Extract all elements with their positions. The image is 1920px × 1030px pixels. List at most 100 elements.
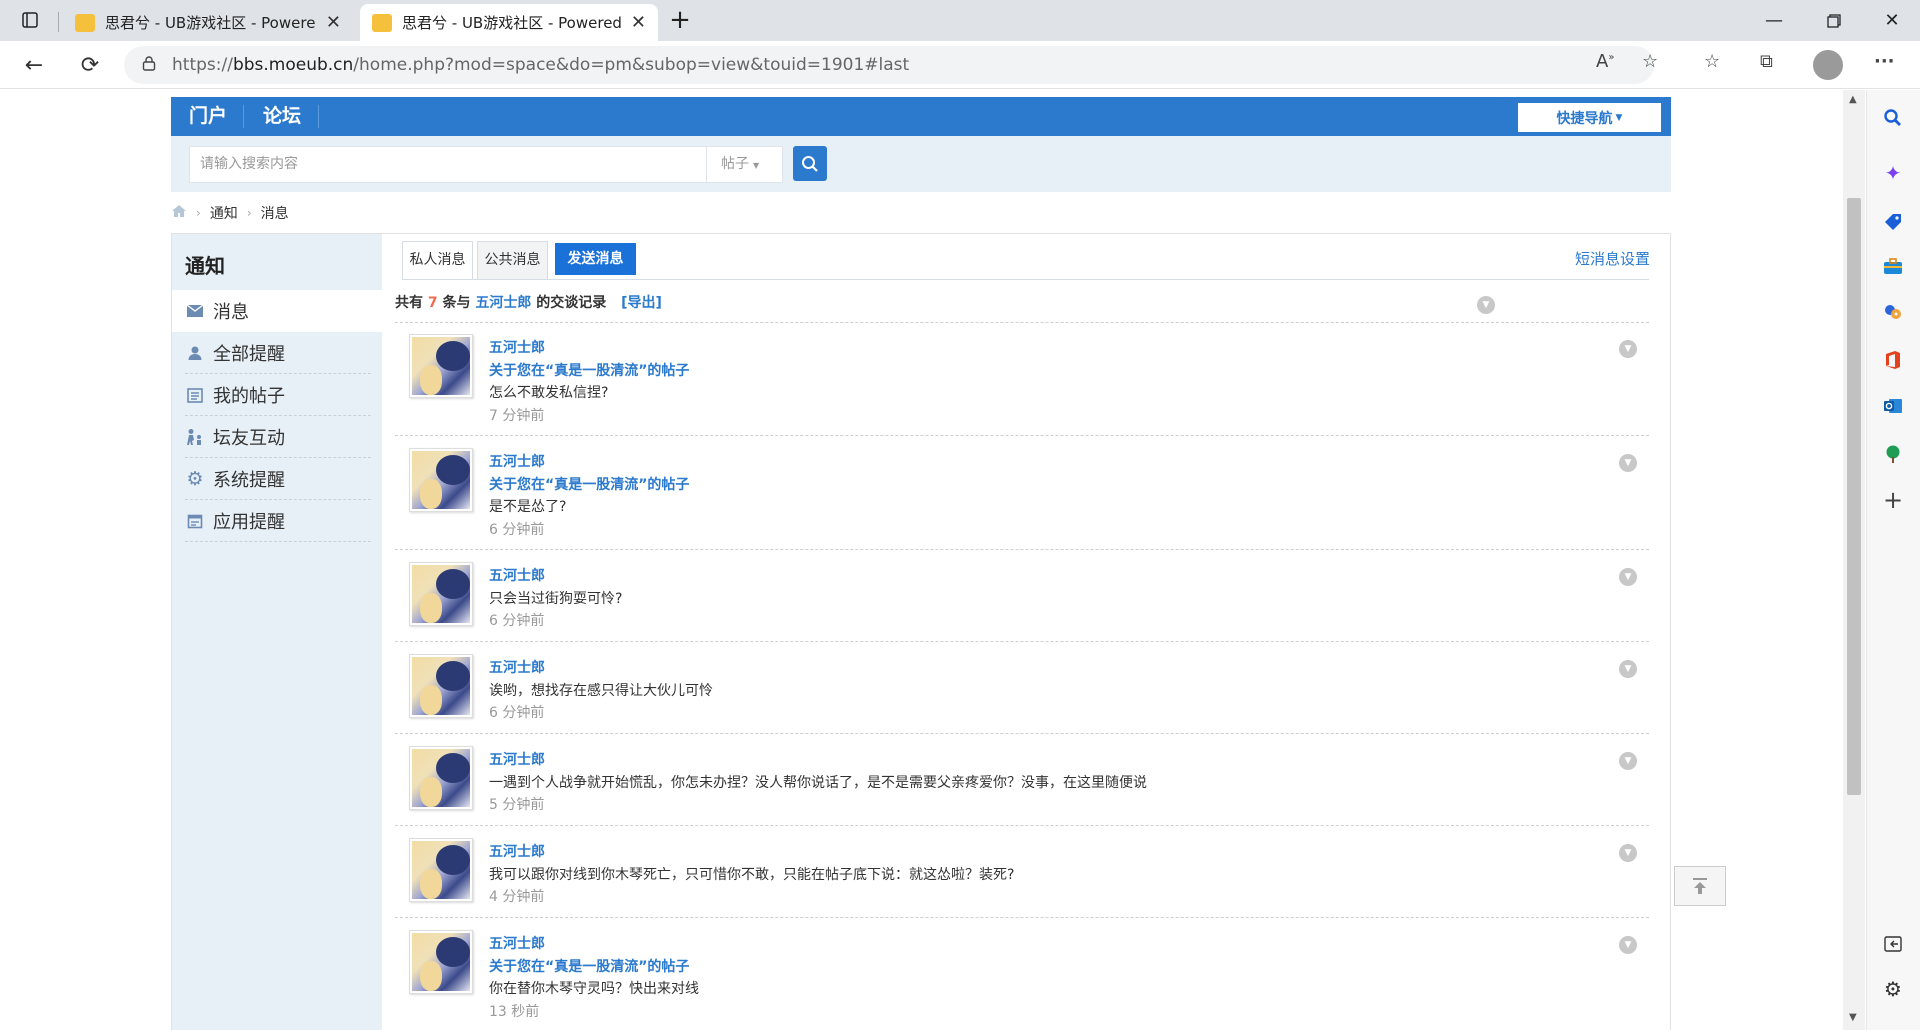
message-subject-link[interactable]: 关于您在“真是一股清流”的帖子 [489, 956, 699, 979]
browser-tab-1[interactable]: 思君兮 - UB游戏社区 - Powered by Discuz! ✕ [63, 4, 353, 41]
copilot-icon[interactable]: ✦ [1879, 159, 1907, 187]
sidebar-item-system[interactable]: ⚙ 系统提醒 [185, 458, 371, 500]
avatar[interactable] [409, 746, 473, 810]
close-window-icon[interactable]: ✕ [1864, 0, 1920, 41]
nav-portal[interactable]: 门户 [189, 97, 227, 136]
message-body: 五河士郎 关于您在“真是一股清流”的帖子 你在替你木琴守灵吗？快出来对线 13 秒前 [489, 933, 699, 1023]
avatar[interactable] [409, 448, 473, 512]
web-page: 门户 论坛 快捷导航 ▼ 请输入搜索内容 帖子 ▼ › 通知 › 消息 通知 消息 [0, 90, 1843, 1030]
more-menu-icon[interactable]: ··· [1874, 51, 1895, 72]
avatar-image [412, 841, 470, 899]
search-icon[interactable] [1879, 104, 1907, 132]
browser-toolbar: ← ⟳ https://bbs.moeub.cn/home.php?mod=sp… [0, 41, 1920, 89]
tree-icon[interactable] [1879, 440, 1907, 468]
nav-forum[interactable]: 论坛 [263, 97, 301, 136]
summary-suffix: 的交谈记录 [536, 295, 607, 311]
sidebar-item-messages[interactable]: 消息 [172, 290, 382, 332]
search-icon [802, 155, 818, 172]
message-menu-icon[interactable]: ▼ [1619, 454, 1637, 472]
export-link[interactable]: [导出] [621, 295, 662, 311]
message-author[interactable]: 五河士郎 [489, 657, 713, 680]
avatar[interactable] [409, 838, 473, 902]
collections-icon[interactable]: ⧉ [1760, 51, 1773, 72]
message-subject-link[interactable]: 关于您在“真是一股清流”的帖子 [489, 474, 689, 497]
settings-icon[interactable]: ⚙ [1879, 975, 1907, 1003]
back-to-top-button[interactable] [1674, 866, 1726, 906]
close-tab-icon[interactable]: ✕ [326, 12, 341, 33]
shopping-tag-icon[interactable] [1879, 208, 1907, 236]
message-menu-icon[interactable]: ▼ [1619, 568, 1637, 586]
breadcrumb-message[interactable]: 消息 [261, 203, 289, 223]
address-bar[interactable]: https://bbs.moeub.cn/home.php?mod=space&… [124, 46, 1654, 84]
message-item: 五河士郎 关于您在“真是一股清流”的帖子 怎么不敢发私信捏? 7 分钟前 ▼ [395, 323, 1649, 436]
sidebar-item-all-reminders[interactable]: 全部提醒 [185, 332, 371, 374]
tab-private-messages[interactable]: 私人消息 [402, 241, 473, 280]
message-body: 五河士郎 一遇到个人战争就开始慌乱，你怎未办捏？没人帮你说话了，是不是需要父亲疼爱… [489, 749, 1147, 817]
message-author[interactable]: 五河士郎 [489, 749, 1147, 772]
page-scrollbar[interactable]: ▲ ▼ [1843, 90, 1865, 1030]
outlook-icon[interactable] [1879, 392, 1907, 420]
office-icon[interactable] [1879, 346, 1907, 374]
summary-menu-icon[interactable]: ▼ [1477, 296, 1495, 314]
sidebar-collapse-icon[interactable] [1879, 930, 1907, 958]
message-time: 6 分钟前 [489, 705, 545, 721]
close-tab-icon[interactable]: ✕ [631, 12, 646, 33]
new-tab-icon[interactable]: + [662, 4, 698, 36]
toolbox-icon[interactable] [1879, 252, 1907, 280]
pm-settings-link[interactable]: 短消息设置 [1575, 248, 1650, 269]
search-button[interactable] [793, 146, 827, 181]
avatar-image [412, 451, 470, 509]
message-item: 五河士郎 我可以跟你对线到你木琴死亡，只可惜你不敢，只能在帖子底下说：就这怂啦？装… [395, 827, 1649, 918]
back-icon[interactable]: ← [16, 47, 52, 83]
url-host: bbs.moeub.cn [232, 55, 354, 75]
favorites-icon[interactable]: ☆ [1704, 51, 1720, 72]
profile-avatar[interactable] [1813, 50, 1843, 80]
quick-nav-button[interactable]: 快捷导航 ▼ [1518, 103, 1661, 132]
avatar-image [412, 657, 470, 715]
summary-prefix: 共有 [395, 295, 423, 311]
refresh-icon[interactable]: ⟳ [72, 47, 108, 83]
sidebar-item-interactions[interactable]: 坛友互动 [185, 416, 371, 458]
minimize-icon[interactable]: — [1746, 0, 1802, 41]
add-favorite-icon[interactable]: ☆ [1642, 51, 1658, 72]
scrollbar-thumb[interactable] [1847, 198, 1861, 795]
message-menu-icon[interactable]: ▼ [1619, 660, 1637, 678]
tab-public-messages[interactable]: 公共消息 [477, 241, 548, 280]
message-body: 五河士郎 关于您在“真是一股清流”的帖子 怎么不敢发私信捏? 7 分钟前 [489, 337, 689, 427]
tab-separator [58, 12, 59, 32]
message-author[interactable]: 五河士郎 [489, 451, 689, 474]
message-author[interactable]: 五河士郎 [489, 933, 699, 956]
message-text: 是不是怂了? [489, 499, 567, 515]
search-input[interactable]: 请输入搜索内容 [189, 146, 707, 183]
avatar[interactable] [409, 930, 473, 994]
home-icon[interactable] [171, 204, 187, 222]
avatar[interactable] [409, 562, 473, 626]
search-type-select[interactable]: 帖子 ▼ [707, 146, 783, 183]
message-menu-icon[interactable]: ▼ [1619, 340, 1637, 358]
conversation-user-link[interactable]: 五河士郎 [475, 295, 531, 311]
sidebar-item-my-posts[interactable]: 我的帖子 [185, 374, 371, 416]
avatar[interactable] [409, 334, 473, 398]
scroll-down-icon[interactable]: ▼ [1849, 1012, 1857, 1023]
sidebar-item-apps[interactable]: 应用提醒 [185, 500, 371, 542]
left-sidebar: 通知 消息 全部提醒 我的帖子 坛友互动 ⚙ 系统提醒 应用提醒 [172, 234, 382, 1030]
message-author[interactable]: 五河士郎 [489, 565, 622, 588]
message-item: 五河士郎 只会当过街狗耍可怜? 6 分钟前 ▼ [395, 551, 1649, 642]
tab-actions-icon[interactable] [12, 4, 48, 36]
message-menu-icon[interactable]: ▼ [1619, 752, 1637, 770]
avatar[interactable] [409, 654, 473, 718]
send-message-button[interactable]: 发送消息 [555, 243, 636, 275]
message-author[interactable]: 五河士郎 [489, 337, 689, 360]
restore-icon[interactable] [1806, 0, 1862, 41]
browser-tab-2[interactable]: 思君兮 - UB游戏社区 - Powered by Discuz! ✕ [360, 4, 658, 41]
add-icon[interactable]: + [1879, 486, 1907, 514]
games-icon[interactable] [1879, 298, 1907, 326]
scroll-up-icon[interactable]: ▲ [1849, 94, 1857, 105]
message-author[interactable]: 五河士郎 [489, 841, 1014, 864]
message-menu-icon[interactable]: ▼ [1619, 844, 1637, 862]
breadcrumb-notice[interactable]: 通知 [210, 203, 238, 223]
read-aloud-icon[interactable]: A» [1596, 51, 1614, 72]
message-menu-icon[interactable]: ▼ [1619, 936, 1637, 954]
message-subject-link[interactable]: 关于您在“真是一股清流”的帖子 [489, 360, 689, 383]
summary-middle: 条与 [442, 295, 471, 311]
